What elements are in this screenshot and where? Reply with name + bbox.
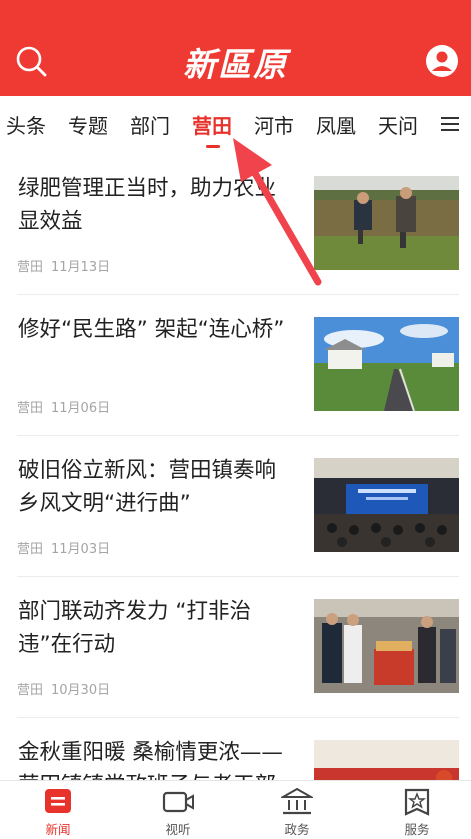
- news-item[interactable]: 破旧俗立新风：营田镇奏响乡风文明“进行曲” 营田 11月03日: [17, 436, 459, 577]
- news-source: 营田: [17, 260, 44, 275]
- inspection-image[interactable]: [314, 599, 459, 693]
- news-title[interactable]: 绿肥管理正当时，助力农业显效益: [18, 172, 294, 238]
- nav-government[interactable]: 政务: [257, 787, 337, 838]
- nav-label: 政务: [284, 822, 310, 837]
- active-tab-indicator: [206, 145, 220, 148]
- news-item[interactable]: 金秋重阳暖 桑榆情更浓——营田镇镇党政班子与老干部: [17, 718, 459, 780]
- bottom-nav: 新闻 视听 政务 服务: [0, 780, 471, 839]
- tab-tianwen[interactable]: 天问: [378, 110, 418, 139]
- service-icon: [404, 788, 430, 816]
- news-meta: 营田 11月06日: [17, 397, 110, 416]
- government-icon: [281, 787, 313, 815]
- nav-service[interactable]: 服务: [377, 787, 457, 838]
- rural-road-image[interactable]: [314, 317, 459, 411]
- tab-bumen[interactable]: 部门: [130, 110, 170, 139]
- nav-label: 新闻: [45, 822, 71, 837]
- news-title[interactable]: 金秋重阳暖 桑榆情更浓——营田镇镇党政班子与老干部: [18, 736, 294, 780]
- app-logo: 新區原: [183, 45, 288, 84]
- news-meta: 营田 11月03日: [17, 538, 110, 557]
- tab-yingtian[interactable]: 营田: [192, 110, 232, 139]
- news-source: 营田: [17, 542, 44, 557]
- news-date: 11月06日: [51, 401, 111, 416]
- news-list: 绿肥管理正当时，助力农业显效益 营田 11月13日 修好“民生路” 架起“连心桥”…: [0, 154, 471, 780]
- news-title[interactable]: 部门联动齐发力 “打非治违”在行动: [18, 595, 294, 661]
- tab-toutiao[interactable]: 头条: [6, 110, 46, 139]
- hamburger-menu-icon[interactable]: [441, 116, 459, 132]
- nav-video[interactable]: 视听: [138, 787, 218, 838]
- news-meta: 营田 11月13日: [17, 256, 110, 275]
- channel-tabs: 头条 专题 部门 营田 河市 凤凰 天问: [0, 96, 471, 154]
- celebration-image[interactable]: [314, 740, 459, 780]
- news-source: 营田: [17, 683, 44, 698]
- app-header: 新區原: [0, 0, 471, 96]
- news-meta: 营田 10月30日: [17, 679, 110, 698]
- tab-fenghuang[interactable]: 凤凰: [316, 110, 356, 139]
- nav-news[interactable]: 新闻: [18, 787, 98, 838]
- nav-label: 服务: [404, 822, 430, 837]
- news-source: 营田: [17, 401, 44, 416]
- tab-heshi[interactable]: 河市: [254, 110, 294, 139]
- news-title[interactable]: 修好“民生路” 架起“连心桥”: [18, 313, 294, 346]
- news-date: 11月03日: [51, 542, 111, 557]
- news-date: 10月30日: [51, 683, 111, 698]
- news-date: 11月13日: [51, 260, 111, 275]
- news-title[interactable]: 破旧俗立新风：营田镇奏响乡风文明“进行曲”: [18, 454, 294, 520]
- news-item[interactable]: 修好“民生路” 架起“连心桥” 营田 11月06日: [17, 295, 459, 436]
- news-item[interactable]: 部门联动齐发力 “打非治违”在行动 营田 10月30日: [17, 577, 459, 718]
- news-icon: [45, 789, 71, 813]
- news-item[interactable]: 绿肥管理正当时，助力农业显效益 营田 11月13日: [17, 154, 459, 295]
- meeting-hall-image[interactable]: [314, 458, 459, 552]
- user-icon[interactable]: [425, 44, 459, 78]
- farm-field-image[interactable]: [314, 176, 459, 270]
- video-icon: [162, 791, 194, 813]
- tab-zhuanti[interactable]: 专题: [68, 110, 108, 139]
- nav-label: 视听: [165, 822, 191, 837]
